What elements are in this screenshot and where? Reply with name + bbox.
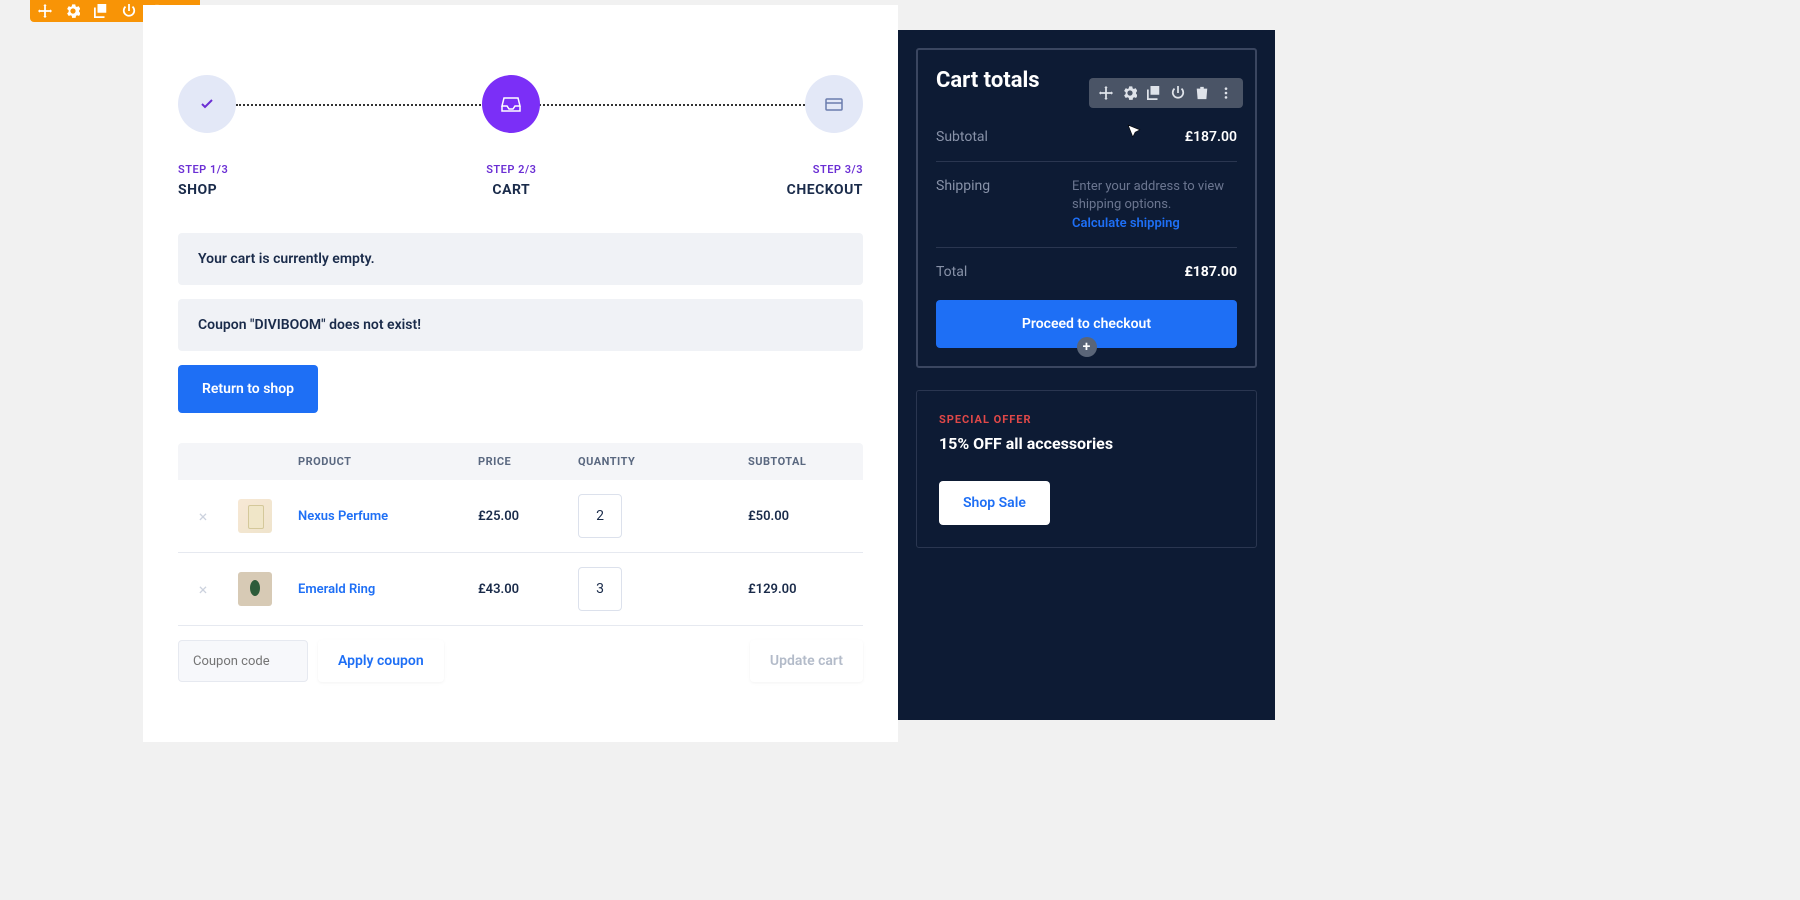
shipping-text: Enter your address to view shipping opti… <box>1072 179 1224 212</box>
shop-sale-button[interactable]: Shop Sale <box>939 481 1050 525</box>
cart-totals-card: Cart totals Subtotal £187.00 Shipping En… <box>916 48 1257 368</box>
subtotal-label: Subtotal <box>936 129 988 145</box>
update-cart-button[interactable]: Update cart <box>750 640 863 682</box>
duplicate-icon[interactable] <box>1147 86 1161 100</box>
checkout-button-label: Proceed to checkout <box>1022 316 1151 332</box>
move-icon[interactable] <box>38 4 52 18</box>
step-shop[interactable]: STEP 1/3 SHOP <box>178 75 236 198</box>
shipping-label: Shipping <box>936 178 990 231</box>
checkout-steps: STEP 1/3 SHOP STEP 2/3 CART STEP 3/3 CHE… <box>178 75 863 198</box>
apply-coupon-button[interactable]: Apply coupon <box>318 640 444 682</box>
shipping-row: Shipping Enter your address to view ship… <box>936 162 1237 248</box>
duplicate-icon[interactable] <box>94 4 108 18</box>
product-name-link[interactable]: Nexus Perfume <box>288 509 478 524</box>
header-quantity: QUANTITY <box>578 455 748 468</box>
step-checkout[interactable]: STEP 3/3 CHECKOUT <box>787 75 863 198</box>
move-icon[interactable] <box>1099 86 1113 100</box>
total-value: £187.00 <box>1184 264 1237 280</box>
empty-cart-notice: Your cart is currently empty. <box>178 233 863 285</box>
calculate-shipping-link[interactable]: Calculate shipping <box>1072 216 1237 231</box>
cursor-icon <box>1127 124 1141 138</box>
coupon-row: Apply coupon Update cart <box>178 640 863 682</box>
product-thumbnail[interactable] <box>238 572 272 606</box>
gear-icon[interactable] <box>1123 86 1137 100</box>
return-to-shop-button[interactable]: Return to shop <box>178 365 318 413</box>
subtotal-value: £187.00 <box>1185 129 1237 145</box>
product-subtotal: £50.00 <box>748 509 858 524</box>
table-row: × Nexus Perfume £25.00 £50.00 <box>178 480 863 553</box>
product-name-link[interactable]: Emerald Ring <box>288 582 478 597</box>
total-row: Total £187.00 <box>936 248 1237 296</box>
power-icon[interactable] <box>1171 86 1185 100</box>
check-icon <box>178 75 236 133</box>
cart-main-card: STEP 1/3 SHOP STEP 2/3 CART STEP 3/3 CHE… <box>143 5 898 742</box>
coupon-input[interactable] <box>178 640 308 682</box>
product-price: £43.00 <box>478 582 578 597</box>
step-1-label: SHOP <box>178 182 217 198</box>
gear-icon[interactable] <box>66 4 80 18</box>
total-label: Total <box>936 264 967 280</box>
cart-table: PRODUCT PRICE QUANTITY SUBTOTAL × Nexus … <box>178 443 863 682</box>
add-module-icon[interactable]: + <box>1077 337 1097 357</box>
remove-item-button[interactable]: × <box>178 507 228 526</box>
table-row: × Emerald Ring £43.00 £129.00 <box>178 553 863 626</box>
header-price: PRICE <box>478 455 578 468</box>
power-icon[interactable] <box>122 4 136 18</box>
step-1-number: STEP 1/3 <box>178 163 228 176</box>
header-product: PRODUCT <box>288 455 478 468</box>
remove-item-button[interactable]: × <box>178 580 228 599</box>
step-cart[interactable]: STEP 2/3 CART <box>482 75 540 198</box>
table-header: PRODUCT PRICE QUANTITY SUBTOTAL <box>178 443 863 480</box>
builder-toolbar-gray <box>1089 78 1243 108</box>
step-3-number: STEP 3/3 <box>813 163 863 176</box>
inbox-icon <box>482 75 540 133</box>
cart-sidebar: Cart totals Subtotal £187.00 Shipping En… <box>898 30 1275 720</box>
trash-icon[interactable] <box>1195 86 1209 100</box>
product-thumbnail[interactable] <box>238 499 272 533</box>
more-icon[interactable] <box>1219 86 1233 100</box>
quantity-input[interactable] <box>578 494 622 538</box>
special-offer-card: SPECIAL OFFER 15% OFF all accessories Sh… <box>916 390 1257 548</box>
product-price: £25.00 <box>478 509 578 524</box>
quantity-input[interactable] <box>578 567 622 611</box>
proceed-to-checkout-button[interactable]: Proceed to checkout + <box>936 300 1237 348</box>
offer-title: 15% OFF all accessories <box>939 434 1234 453</box>
offer-tag: SPECIAL OFFER <box>939 413 1234 426</box>
card-icon <box>805 75 863 133</box>
step-3-label: CHECKOUT <box>787 182 863 198</box>
subtotal-row: Subtotal £187.00 <box>936 113 1237 162</box>
product-subtotal: £129.00 <box>748 582 858 597</box>
header-subtotal: SUBTOTAL <box>748 455 858 468</box>
step-2-label: CART <box>492 182 530 198</box>
step-2-number: STEP 2/3 <box>486 163 536 176</box>
coupon-error-notice: Coupon "DIVIBOOM" does not exist! <box>178 299 863 351</box>
